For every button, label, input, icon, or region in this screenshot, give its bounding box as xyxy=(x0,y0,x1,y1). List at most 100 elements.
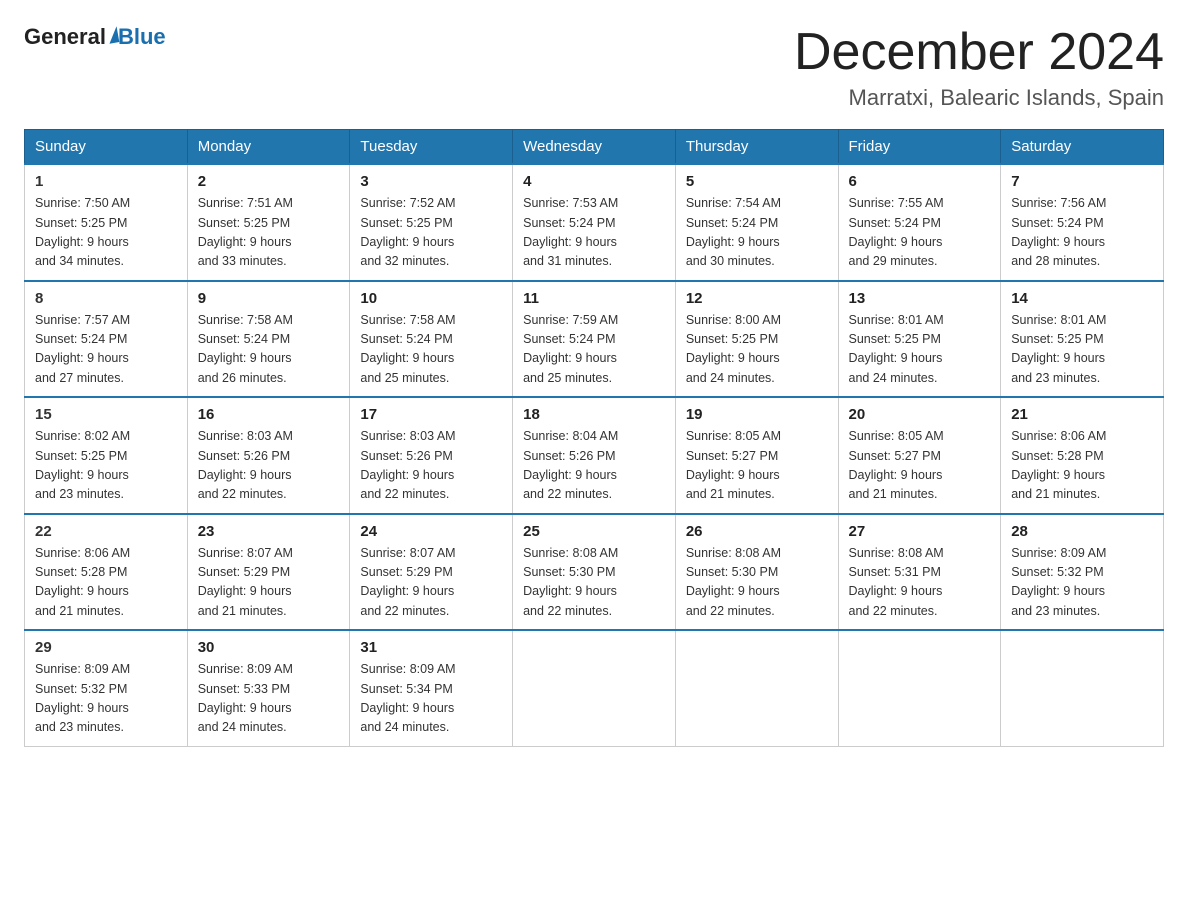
day-info: Sunrise: 7:56 AMSunset: 5:24 PMDaylight:… xyxy=(1011,194,1153,272)
calendar-day-cell: 16Sunrise: 8:03 AMSunset: 5:26 PMDayligh… xyxy=(187,397,350,514)
calendar-day-cell: 24 Sunrise: 8:07 AMSunset: 5:29 PMDayligh… xyxy=(350,514,513,631)
calendar-day-cell: 22 Sunrise: 8:06 AMSunset: 5:28 PMDayligh… xyxy=(25,514,188,631)
calendar-header-thursday: Thursday xyxy=(675,130,838,165)
day-info: Sunrise: 8:05 AMSunset: 5:27 PMDaylight:… xyxy=(849,427,991,505)
calendar-week-row: 22 Sunrise: 8:06 AMSunset: 5:28 PMDayligh… xyxy=(25,514,1164,631)
day-number: 3 xyxy=(360,173,502,190)
day-info: Sunrise: 8:01 AMSunset: 5:25 PMDaylight:… xyxy=(849,311,991,389)
day-number: 30 xyxy=(198,639,340,656)
calendar-day-cell: 14 Sunrise: 8:01 AMSunset: 5:25 PMDayligh… xyxy=(1001,281,1164,398)
calendar-day-cell: 19Sunrise: 8:05 AMSunset: 5:27 PMDayligh… xyxy=(675,397,838,514)
logo-blue-text: Blue xyxy=(118,24,166,50)
day-number: 12 xyxy=(686,290,828,307)
day-info: Sunrise: 8:01 AMSunset: 5:25 PMDaylight:… xyxy=(1011,311,1153,389)
day-number: 2 xyxy=(198,173,340,190)
calendar-day-cell: 3 Sunrise: 7:52 AMSunset: 5:25 PMDaylight… xyxy=(350,164,513,281)
day-info: Sunrise: 7:52 AMSunset: 5:25 PMDaylight:… xyxy=(360,194,502,272)
calendar-day-cell: 28 Sunrise: 8:09 AMSunset: 5:32 PMDayligh… xyxy=(1001,514,1164,631)
day-number: 27 xyxy=(849,523,991,540)
calendar-day-cell: 23 Sunrise: 8:07 AMSunset: 5:29 PMDayligh… xyxy=(187,514,350,631)
day-info: Sunrise: 8:00 AMSunset: 5:25 PMDaylight:… xyxy=(686,311,828,389)
day-info: Sunrise: 7:51 AMSunset: 5:25 PMDaylight:… xyxy=(198,194,340,272)
day-info: Sunrise: 8:08 AMSunset: 5:30 PMDaylight:… xyxy=(686,544,828,622)
day-number: 15 xyxy=(35,406,177,423)
calendar-day-cell xyxy=(675,630,838,746)
calendar-header-wednesday: Wednesday xyxy=(513,130,676,165)
day-number: 17 xyxy=(360,406,502,423)
day-number: 20 xyxy=(849,406,991,423)
calendar-day-cell: 17 Sunrise: 8:03 AMSunset: 5:26 PMDayligh… xyxy=(350,397,513,514)
day-info: Sunrise: 8:04 AMSunset: 5:26 PMDaylight:… xyxy=(523,427,665,505)
calendar-header-monday: Monday xyxy=(187,130,350,165)
day-number: 29 xyxy=(35,639,177,656)
day-number: 18 xyxy=(523,406,665,423)
day-number: 23 xyxy=(198,523,340,540)
day-number: 31 xyxy=(360,639,502,656)
calendar-day-cell: 20 Sunrise: 8:05 AMSunset: 5:27 PMDayligh… xyxy=(838,397,1001,514)
calendar-day-cell: 5 Sunrise: 7:54 AMSunset: 5:24 PMDaylight… xyxy=(675,164,838,281)
calendar-day-cell: 18 Sunrise: 8:04 AMSunset: 5:26 PMDayligh… xyxy=(513,397,676,514)
calendar-day-cell: 21 Sunrise: 8:06 AMSunset: 5:28 PMDayligh… xyxy=(1001,397,1164,514)
calendar-day-cell: 12 Sunrise: 8:00 AMSunset: 5:25 PMDayligh… xyxy=(675,281,838,398)
calendar-day-cell: 10 Sunrise: 7:58 AMSunset: 5:24 PMDayligh… xyxy=(350,281,513,398)
day-number: 24 xyxy=(360,523,502,540)
calendar-day-cell: 8 Sunrise: 7:57 AMSunset: 5:24 PMDaylight… xyxy=(25,281,188,398)
calendar-day-cell xyxy=(1001,630,1164,746)
day-info: Sunrise: 7:53 AMSunset: 5:24 PMDaylight:… xyxy=(523,194,665,272)
day-info: Sunrise: 7:59 AMSunset: 5:24 PMDaylight:… xyxy=(523,311,665,389)
calendar-header-row: SundayMondayTuesdayWednesdayThursdayFrid… xyxy=(25,130,1164,165)
calendar-header-saturday: Saturday xyxy=(1001,130,1164,165)
day-info: Sunrise: 7:58 AMSunset: 5:24 PMDaylight:… xyxy=(360,311,502,389)
page-header: General Blue December 2024 Marratxi, Bal… xyxy=(24,24,1164,111)
calendar-day-cell: 15 Sunrise: 8:02 AMSunset: 5:25 PMDayligh… xyxy=(25,397,188,514)
calendar-table: SundayMondayTuesdayWednesdayThursdayFrid… xyxy=(24,129,1164,747)
calendar-day-cell: 27Sunrise: 8:08 AMSunset: 5:31 PMDayligh… xyxy=(838,514,1001,631)
calendar-day-cell: 1 Sunrise: 7:50 AMSunset: 5:25 PMDaylight… xyxy=(25,164,188,281)
calendar-day-cell: 9Sunrise: 7:58 AMSunset: 5:24 PMDaylight… xyxy=(187,281,350,398)
day-info: Sunrise: 7:57 AMSunset: 5:24 PMDaylight:… xyxy=(35,311,177,389)
calendar-day-cell: 31Sunrise: 8:09 AMSunset: 5:34 PMDayligh… xyxy=(350,630,513,746)
day-info: Sunrise: 8:09 AMSunset: 5:33 PMDaylight:… xyxy=(198,660,340,738)
calendar-header-tuesday: Tuesday xyxy=(350,130,513,165)
calendar-day-cell: 13 Sunrise: 8:01 AMSunset: 5:25 PMDayligh… xyxy=(838,281,1001,398)
day-info: Sunrise: 8:08 AMSunset: 5:30 PMDaylight:… xyxy=(523,544,665,622)
day-number: 19 xyxy=(686,406,828,423)
calendar-day-cell: 30 Sunrise: 8:09 AMSunset: 5:33 PMDayligh… xyxy=(187,630,350,746)
day-number: 21 xyxy=(1011,406,1153,423)
day-info: Sunrise: 7:54 AMSunset: 5:24 PMDaylight:… xyxy=(686,194,828,272)
day-number: 28 xyxy=(1011,523,1153,540)
calendar-day-cell: 4 Sunrise: 7:53 AMSunset: 5:24 PMDaylight… xyxy=(513,164,676,281)
calendar-day-cell: 25 Sunrise: 8:08 AMSunset: 5:30 PMDayligh… xyxy=(513,514,676,631)
day-number: 26 xyxy=(686,523,828,540)
calendar-day-cell: 7Sunrise: 7:56 AMSunset: 5:24 PMDaylight… xyxy=(1001,164,1164,281)
day-info: Sunrise: 8:07 AMSunset: 5:29 PMDaylight:… xyxy=(360,544,502,622)
calendar-week-row: 15 Sunrise: 8:02 AMSunset: 5:25 PMDayligh… xyxy=(25,397,1164,514)
day-number: 5 xyxy=(686,173,828,190)
day-number: 13 xyxy=(849,290,991,307)
day-info: Sunrise: 8:06 AMSunset: 5:28 PMDaylight:… xyxy=(35,544,177,622)
day-info: Sunrise: 8:09 AMSunset: 5:32 PMDaylight:… xyxy=(1011,544,1153,622)
day-info: Sunrise: 8:09 AMSunset: 5:32 PMDaylight:… xyxy=(35,660,177,738)
day-number: 10 xyxy=(360,290,502,307)
day-number: 6 xyxy=(849,173,991,190)
title-block: December 2024 Marratxi, Balearic Islands… xyxy=(794,24,1164,111)
day-number: 14 xyxy=(1011,290,1153,307)
day-info: Sunrise: 8:02 AMSunset: 5:25 PMDaylight:… xyxy=(35,427,177,505)
calendar-week-row: 29 Sunrise: 8:09 AMSunset: 5:32 PMDayligh… xyxy=(25,630,1164,746)
day-number: 4 xyxy=(523,173,665,190)
location-title: Marratxi, Balearic Islands, Spain xyxy=(794,85,1164,111)
day-number: 22 xyxy=(35,523,177,540)
calendar-day-cell xyxy=(513,630,676,746)
calendar-day-cell: 29 Sunrise: 8:09 AMSunset: 5:32 PMDayligh… xyxy=(25,630,188,746)
day-info: Sunrise: 8:07 AMSunset: 5:29 PMDaylight:… xyxy=(198,544,340,622)
day-info: Sunrise: 8:03 AMSunset: 5:26 PMDaylight:… xyxy=(360,427,502,505)
day-info: Sunrise: 8:03 AMSunset: 5:26 PMDaylight:… xyxy=(198,427,340,505)
calendar-header-friday: Friday xyxy=(838,130,1001,165)
day-info: Sunrise: 7:58 AMSunset: 5:24 PMDaylight:… xyxy=(198,311,340,389)
day-number: 8 xyxy=(35,290,177,307)
day-info: Sunrise: 8:06 AMSunset: 5:28 PMDaylight:… xyxy=(1011,427,1153,505)
day-info: Sunrise: 7:50 AMSunset: 5:25 PMDaylight:… xyxy=(35,194,177,272)
calendar-week-row: 1 Sunrise: 7:50 AMSunset: 5:25 PMDaylight… xyxy=(25,164,1164,281)
day-number: 25 xyxy=(523,523,665,540)
day-number: 1 xyxy=(35,173,177,190)
